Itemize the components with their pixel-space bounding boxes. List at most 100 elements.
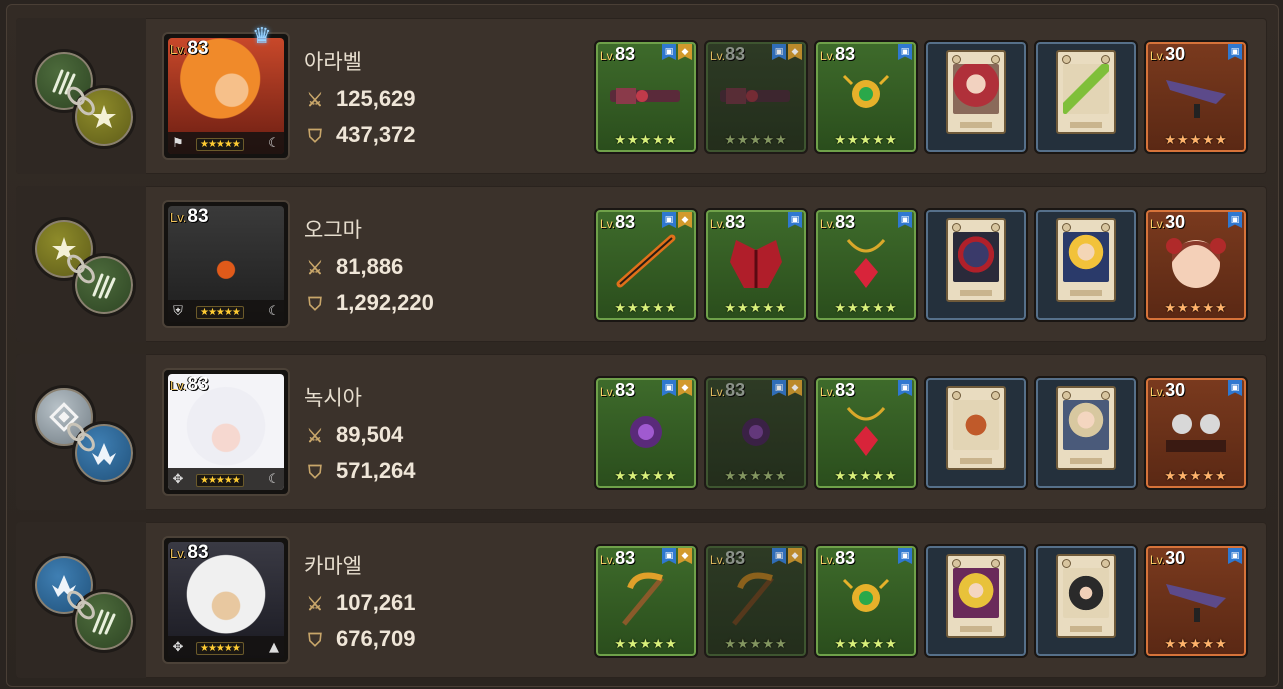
gear-slot-offhand[interactable]: Lv.83 ▣ ◆ ★★★★★ xyxy=(704,544,808,658)
gear-slot-card[interactable] xyxy=(1034,544,1138,658)
gear-slot-card[interactable] xyxy=(924,376,1028,490)
gear-slot-accessory[interactable]: Lv.83 ▣ ★★★★★ xyxy=(814,544,918,658)
gear-slot-card[interactable] xyxy=(924,544,1028,658)
gear-slot-card[interactable] xyxy=(924,40,1028,154)
gem-icon: ◆ xyxy=(788,380,802,396)
attack-stat: ⚔ 107,261 xyxy=(304,590,416,616)
moon-icon: ☾ xyxy=(268,136,280,151)
shield-icon: ⛉ xyxy=(308,630,322,650)
health-stat: ⛉ 1,292,220 xyxy=(304,290,434,316)
gear-slot-weapon[interactable]: Lv.83 ▣ ◆ ★★★★★ xyxy=(594,208,698,322)
hero-level: Lv.83 xyxy=(170,542,209,563)
soul-card-icon xyxy=(946,50,1006,134)
gem-icon: ◆ xyxy=(788,44,802,60)
gear-slot-costume[interactable]: Lv.30 ▣ ★★★★★ xyxy=(1144,208,1248,322)
crown-icon: ♛ xyxy=(252,24,272,49)
gear-slot-weapon[interactable]: Lv.83 ▣ ◆ ★★★★★ xyxy=(594,40,698,154)
shield-icon: ⛉ xyxy=(308,126,322,146)
gear-slot-accessory[interactable]: Lv.83 ▣ ★★★★★ xyxy=(814,376,918,490)
gear-slot-offhand[interactable]: Lv.83 ▣ ◆ ★★★★★ xyxy=(704,376,808,490)
chain-link-icon xyxy=(67,590,95,620)
gun-item-icon xyxy=(720,88,790,104)
shield-icon: ⛉ xyxy=(308,462,322,482)
support-class-icon: ✥ xyxy=(172,472,184,487)
gear-slot-weapon[interactable]: Lv.83 ▣ ◆ ★★★★★ xyxy=(594,544,698,658)
moon-icon: ☾ xyxy=(268,472,280,487)
gem-icon: ◆ xyxy=(678,212,692,228)
bookmark-icon: ▣ xyxy=(1228,548,1242,564)
hero-portrait[interactable]: Lv.83 ⛨ ★★★★★ ☾ xyxy=(162,200,290,328)
hero-stars: ★★★★★ xyxy=(196,306,244,319)
hero-name: 카마엘 xyxy=(304,554,362,578)
gear-slot-card[interactable] xyxy=(1034,40,1138,154)
bookmark-icon: ▣ xyxy=(662,212,676,228)
hero-name: 아라벨 xyxy=(304,50,362,74)
hero-row[interactable]: Lv.83 ✥ ★★★★★ ☾ 녹시아 ⚔ 89,504 ⛉ 571,264 Lv.… xyxy=(16,354,1267,510)
amulet-item-icon xyxy=(842,74,890,108)
moon-icon: ☾ xyxy=(268,304,280,319)
crossed-swords-icon: ⚔ xyxy=(306,594,324,614)
hero-level: Lv.83 xyxy=(170,374,209,395)
gear-slot-armor[interactable]: Lv.83 ▣ ★★★★★ xyxy=(704,208,808,322)
bookmark-icon: ▣ xyxy=(1228,380,1242,396)
gear-slot-accessory[interactable]: Lv.83 ▣ ★★★★★ xyxy=(814,208,918,322)
hero-row[interactable]: Lv.83 ⚑ ★★★★★ ☾ ♛ 아라벨 ⚔ 125,629 ⛉ 437,372 … xyxy=(16,18,1267,174)
gear-slot-card[interactable] xyxy=(924,208,1028,322)
gear-slot-accessory[interactable]: Lv.83 ▣ ★★★★★ xyxy=(814,40,918,154)
hero-row[interactable]: Lv.83 ✥ ★★★★★ ▲ 카마엘 ⚔ 107,261 ⛉ 676,709 Lv… xyxy=(16,522,1267,678)
bookmark-icon: ▣ xyxy=(772,380,786,396)
crossed-swords-icon: ⚔ xyxy=(306,426,324,446)
bookmark-icon: ▣ xyxy=(898,212,912,228)
hero-portrait[interactable]: Lv.83 ✥ ★★★★★ ☾ xyxy=(162,368,290,496)
hero-portrait[interactable]: Lv.83 ⚑ ★★★★★ ☾ xyxy=(162,32,290,160)
gear-slot-offhand[interactable]: Lv.83 ▣ ◆ ★★★★★ xyxy=(704,40,808,154)
gem-icon: ◆ xyxy=(678,548,692,564)
hero-stars: ★★★★★ xyxy=(196,642,244,655)
bookmark-icon: ▣ xyxy=(772,44,786,60)
soul-card-icon xyxy=(1056,554,1116,638)
soul-card-icon xyxy=(946,554,1006,638)
gear-slot-weapon[interactable]: Lv.83 ▣ ◆ ★★★★★ xyxy=(594,376,698,490)
hero-level: Lv.83 xyxy=(170,206,209,227)
necklace-item-icon xyxy=(846,407,886,456)
bookmark-icon: ▣ xyxy=(662,44,676,60)
armor-item-icon xyxy=(730,240,782,288)
costume-face-icon xyxy=(1166,238,1226,288)
bookmark-icon: ▣ xyxy=(1228,44,1242,60)
health-stat: ⛉ 437,372 xyxy=(304,122,415,148)
gun-item-icon xyxy=(610,88,680,104)
attack-stat: ⚔ 89,504 xyxy=(304,422,403,448)
gem-icon: ◆ xyxy=(678,380,692,396)
costume-figure-icon xyxy=(1166,414,1226,452)
chain-link-icon xyxy=(67,86,95,116)
health-stat: ⛉ 571,264 xyxy=(304,458,415,484)
health-stat: ⛉ 676,709 xyxy=(304,626,415,652)
crossed-swords-icon: ⚔ xyxy=(306,90,324,110)
hero-portrait[interactable]: Lv.83 ✥ ★★★★★ ▲ xyxy=(162,536,290,664)
hero-row[interactable]: Lv.83 ⛨ ★★★★★ ☾ 오그마 ⚔ 81,886 ⛉ 1,292,220 L… xyxy=(16,186,1267,342)
gem-icon: ◆ xyxy=(788,548,802,564)
soul-card-icon xyxy=(1056,50,1116,134)
necklace-item-icon xyxy=(846,239,886,288)
attack-stat: ⚔ 125,629 xyxy=(304,86,416,112)
bookmark-icon: ▣ xyxy=(1228,212,1242,228)
attack-stat: ⚔ 81,886 xyxy=(304,254,403,280)
hero-level: Lv.83 xyxy=(170,38,209,59)
hero-name: 오그마 xyxy=(304,218,362,242)
gear-slot-costume[interactable]: Lv.30 ▣ ★★★★★ xyxy=(1144,376,1248,490)
scythe-item-icon xyxy=(622,572,664,626)
soul-card-icon xyxy=(1056,386,1116,470)
bookmark-icon: ▣ xyxy=(898,44,912,60)
mountain-icon: ▲ xyxy=(269,640,279,655)
costume-weapon-icon xyxy=(1166,584,1226,622)
bookmark-icon: ▣ xyxy=(788,212,802,228)
bookmark-icon: ▣ xyxy=(662,548,676,564)
bookmark-icon: ▣ xyxy=(898,548,912,564)
gear-slot-costume[interactable]: Lv.30 ▣ ★★★★★ xyxy=(1144,40,1248,154)
orb-item-icon xyxy=(742,418,770,446)
gear-slot-card[interactable] xyxy=(1034,376,1138,490)
gear-slot-costume[interactable]: Lv.30 ▣ ★★★★★ xyxy=(1144,544,1248,658)
ranger-class-icon: ⚑ xyxy=(172,136,184,151)
tanker-class-icon: ⛨ xyxy=(173,304,183,319)
gear-slot-card[interactable] xyxy=(1034,208,1138,322)
